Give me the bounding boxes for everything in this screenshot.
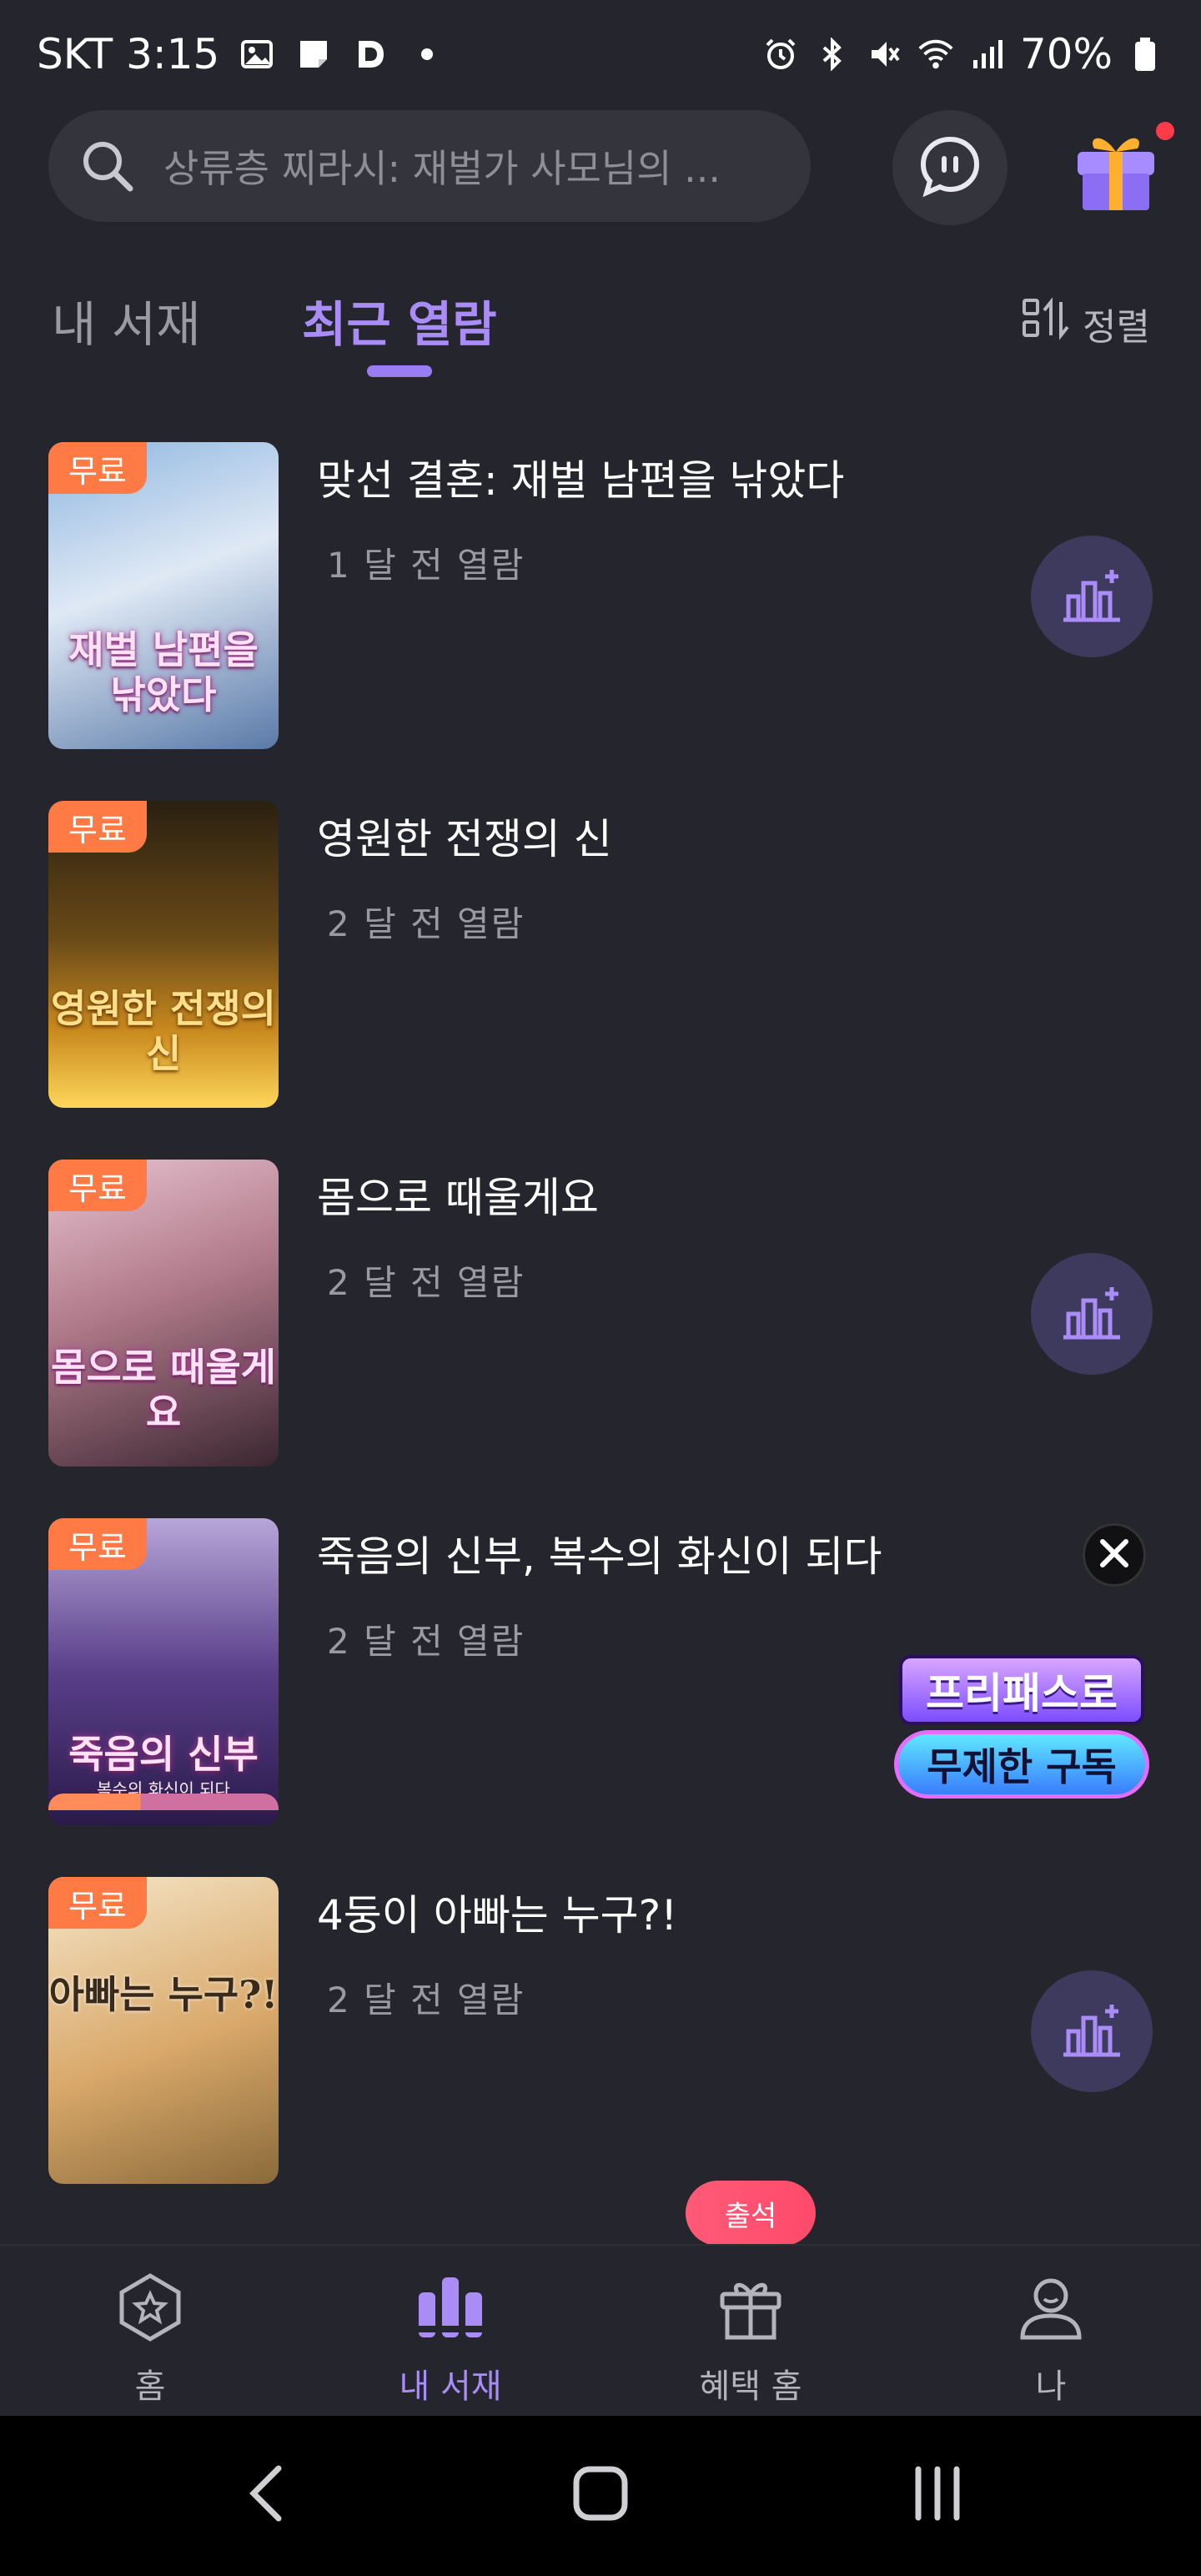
free-badge: 무료: [48, 801, 147, 853]
last-read-time: 2 달 전 열람: [327, 1980, 525, 2020]
book-item[interactable]: 무료 재벌 남편을 낚았다 맞선 결혼: 재벌 남편을 낚았다 1 달 전 열람: [0, 439, 1201, 797]
freepass-promo-banner[interactable]: 프리패스로 무제한 구독: [894, 1655, 1149, 1802]
library-books-icon: [414, 2271, 487, 2347]
d-app-icon: [351, 35, 389, 73]
recent-apps-button[interactable]: [896, 2458, 979, 2533]
note-icon: [294, 35, 333, 73]
active-tab-indicator: [367, 365, 432, 377]
nav-library-label: 내 서재: [399, 2367, 502, 2406]
promo-title: 프리패스로: [899, 1655, 1144, 1725]
book-cover[interactable]: 무료 아빠는 누구?!: [48, 1877, 279, 2184]
book-item[interactable]: 무료 아빠는 누구?! 4둥이 아빠는 누구?! 2 달 전 열람: [0, 1874, 1201, 2232]
ranking-chart-icon: [1057, 1277, 1127, 1351]
signal-icon: [968, 35, 1007, 73]
gift-box-icon: [1066, 138, 1166, 219]
sort-icon: [1021, 295, 1071, 351]
gift-button[interactable]: [1066, 115, 1174, 224]
last-read-time: 2 달 전 열람: [327, 1621, 525, 1662]
cover-title: 죽음의 신부: [68, 1732, 259, 1777]
status-bar: SKT 3:15 70%: [0, 0, 1201, 108]
ranking-button[interactable]: [1031, 1970, 1153, 2092]
carrier-time: SKT 3:15: [37, 30, 220, 78]
bluetooth-icon: [813, 35, 852, 73]
nav-my-library[interactable]: 내 서재: [359, 2271, 542, 2407]
gallery-icon: [238, 35, 276, 73]
promo-close-button[interactable]: [1083, 1523, 1146, 1587]
last-read-time: 2 달 전 열람: [327, 903, 525, 944]
recent-apps-icon: [908, 2464, 967, 2526]
cover-title: 아빠는 누구?!: [48, 1972, 279, 2017]
notification-dot: [1156, 122, 1174, 140]
nav-me-label: 나: [1035, 2367, 1067, 2406]
free-badge: 무료: [48, 1518, 147, 1570]
book-title: 영원한 전쟁의 신: [317, 815, 612, 863]
ranking-chart-icon: [1057, 560, 1127, 633]
chat-bubble-icon: [917, 133, 983, 203]
bottom-navigation: 홈 내 서재 혜택 홈 나: [0, 2244, 1201, 2416]
ranking-button[interactable]: [1031, 1253, 1153, 1375]
partial-book-cover: [48, 1794, 279, 1810]
checkin-badge[interactable]: 출석: [686, 2181, 816, 2259]
last-read-time: 1 달 전 열람: [327, 545, 525, 586]
back-chevron-icon: [242, 2460, 292, 2530]
back-button[interactable]: [225, 2458, 309, 2533]
free-badge: 무료: [48, 1877, 147, 1929]
book-item[interactable]: 무료 영원한 전쟁의 신 영원한 전쟁의 신 2 달 전 열람: [0, 797, 1201, 1156]
home-square-icon: [571, 2464, 630, 2526]
book-cover[interactable]: 무료 죽음의 신부 복수의 화신이 되다: [48, 1518, 279, 1825]
ranking-button[interactable]: [1031, 536, 1153, 657]
cover-title: 재벌 남편을 낚았다: [68, 627, 259, 717]
close-icon: [1096, 1535, 1133, 1575]
book-title: 몸으로 때울게요: [317, 1174, 599, 1222]
gift-outline-icon: [714, 2271, 787, 2347]
book-title: 4둥이 아빠는 누구?!: [317, 1891, 678, 1940]
book-cover[interactable]: 무료 몸으로 때울게요: [48, 1160, 279, 1467]
wifi-icon: [917, 35, 955, 73]
dot-icon: [408, 35, 446, 73]
search-placeholder: 상류층 찌라시: 재벌가 사모님의 ...: [163, 146, 721, 191]
nav-home-label: 홈: [134, 2367, 166, 2406]
promo-subtitle: 무제한 구독: [894, 1730, 1149, 1799]
tab-bar: 내 서재 최근 열람 정렬: [0, 275, 1201, 377]
profile-icon: [1014, 2271, 1088, 2347]
message-button[interactable]: [892, 110, 1008, 225]
home-button[interactable]: [559, 2458, 642, 2533]
battery-percent: 70%: [1019, 30, 1113, 78]
sort-button[interactable]: 정렬: [1021, 295, 1150, 351]
tab-my-library[interactable]: 내 서재: [52, 285, 201, 355]
alarm-icon: [761, 35, 800, 73]
free-badge: 무료: [48, 1160, 147, 1211]
book-cover[interactable]: 무료 영원한 전쟁의 신: [48, 801, 279, 1108]
mute-icon: [865, 35, 903, 73]
free-badge: 무료: [48, 442, 147, 494]
search-bar[interactable]: 상류층 찌라시: 재벌가 사모님의 ...: [48, 110, 811, 222]
book-item[interactable]: 무료 몸으로 때울게요 몸으로 때울게요 2 달 전 열람: [0, 1156, 1201, 1515]
tab-recent[interactable]: 최근 열람: [302, 285, 497, 355]
book-title: 맞선 결혼: 재벌 남편을 낚았다: [317, 456, 845, 505]
search-icon: [77, 135, 138, 197]
recent-book-list: 무료 재벌 남편을 낚았다 맞선 결혼: 재벌 남편을 낚았다 1 달 전 열람…: [0, 439, 1201, 2232]
nav-benefits-home[interactable]: 혜택 홈: [659, 2271, 842, 2407]
cover-title: 영원한 전쟁의 신: [51, 986, 276, 1076]
nav-benefits-label: 혜택 홈: [699, 2367, 802, 2406]
cover-title: 몸으로 때울게요: [51, 1345, 276, 1435]
book-cover[interactable]: 무료 재벌 남편을 낚았다: [48, 442, 279, 749]
battery-icon: [1126, 35, 1164, 73]
nav-me[interactable]: 나: [959, 2271, 1143, 2407]
last-read-time: 2 달 전 열람: [327, 1262, 525, 1303]
sort-label: 정렬: [1083, 305, 1150, 349]
system-navigation-bar: [0, 2416, 1201, 2576]
nav-home[interactable]: 홈: [58, 2271, 242, 2407]
book-title: 죽음의 신부, 복수의 화신이 되다: [317, 1532, 882, 1581]
ranking-chart-icon: [1057, 1995, 1127, 2068]
home-star-icon: [113, 2271, 187, 2347]
